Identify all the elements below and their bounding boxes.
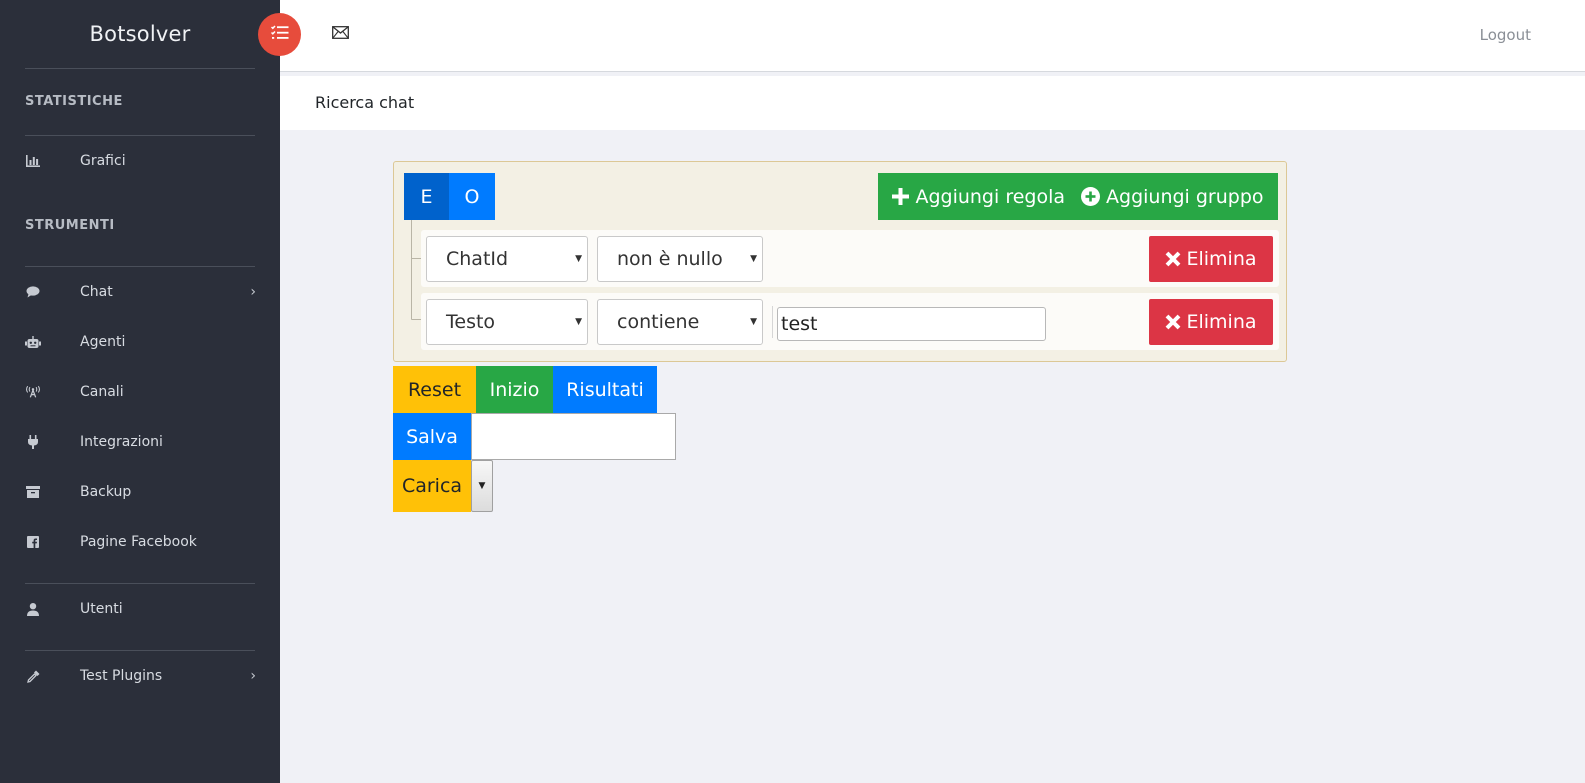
brand-logo[interactable]: Botsolver xyxy=(0,0,280,68)
add-rule-button[interactable]: Aggiungi regola xyxy=(892,186,1065,208)
select-value: contiene xyxy=(617,311,700,333)
rule-field-select[interactable]: ChatId ▼ xyxy=(426,236,588,282)
sidebar-item-grafici[interactable]: Grafici xyxy=(0,136,280,186)
query-builder-group: E O Aggiungi regola Aggiungi gruppo Chat… xyxy=(393,161,1287,362)
tree-connector xyxy=(411,258,421,259)
rule-operator-select[interactable]: non è nullo ▼ xyxy=(597,236,763,282)
caret-down-icon: ▼ xyxy=(575,254,582,264)
bar-chart-icon xyxy=(25,136,41,186)
plus-icon xyxy=(892,188,910,205)
select-value: non è nullo xyxy=(617,248,723,270)
add-rule-label: Aggiungi regola xyxy=(915,185,1066,208)
envelope-icon[interactable] xyxy=(332,24,349,40)
tree-connector xyxy=(411,220,412,319)
save-name-input[interactable] xyxy=(471,413,676,460)
chevron-right-icon: › xyxy=(250,668,256,684)
save-button[interactable]: Salva xyxy=(393,413,471,460)
page-title: Ricerca chat xyxy=(315,93,415,112)
chat-bubble-icon xyxy=(25,267,41,317)
sidebar-item-label: Agenti xyxy=(80,334,126,350)
rule-operator-select[interactable]: contiene ▼ xyxy=(597,299,763,345)
sidebar-item-integrazioni[interactable]: Integrazioni xyxy=(0,417,280,467)
load-select[interactable]: ▼ xyxy=(471,460,493,512)
condition-and-button[interactable]: E xyxy=(404,173,449,220)
rule-field-select[interactable]: Testo ▼ xyxy=(426,299,588,345)
add-group-label: Aggiungi gruppo xyxy=(1106,185,1264,208)
sidebar-item-label: Utenti xyxy=(80,601,123,617)
page-header: Ricerca chat xyxy=(280,76,1585,130)
rule-value-input[interactable]: test xyxy=(777,307,1046,341)
start-button[interactable]: Inizio xyxy=(476,366,553,413)
facebook-icon xyxy=(25,517,41,567)
condition-or-button[interactable]: O xyxy=(449,173,495,220)
sidebar-item-backup[interactable]: Backup xyxy=(0,467,280,517)
reset-button[interactable]: Reset xyxy=(393,366,476,413)
delete-label: Elimina xyxy=(1186,248,1257,270)
sidebar-item-label: Test Plugins xyxy=(80,668,163,684)
caret-down-icon: ▼ xyxy=(750,317,757,327)
menu-toggle-button[interactable] xyxy=(258,13,301,56)
sidebar-item-label: Grafici xyxy=(80,153,126,169)
divider xyxy=(772,306,773,338)
sidebar-item-label: Pagine Facebook xyxy=(80,534,197,550)
robot-icon xyxy=(25,317,41,367)
sidebar-item-label: Backup xyxy=(80,484,132,500)
sidebar-item-label: Canali xyxy=(80,384,124,400)
section-title-strumenti: STRUMENTI xyxy=(25,218,115,233)
caret-down-icon: ▼ xyxy=(750,254,757,264)
caret-down-icon: ▼ xyxy=(575,317,582,327)
sidebar-item-canali[interactable]: Canali xyxy=(0,367,280,417)
results-button[interactable]: Risultati xyxy=(553,366,657,413)
sidebar: Botsolver STATISTICHE Grafici STRUMENTI … xyxy=(0,0,280,783)
rule-row: ChatId ▼ non è nullo ▼ Elimina xyxy=(421,230,1279,287)
caret-down-icon: ▼ xyxy=(478,481,486,491)
section-title-statistiche: STATISTICHE xyxy=(25,94,123,109)
sidebar-item-label: Chat xyxy=(80,284,113,300)
delete-label: Elimina xyxy=(1186,311,1257,333)
load-button[interactable]: Carica xyxy=(393,460,471,512)
plug-icon xyxy=(25,417,41,467)
sidebar-item-agenti[interactable]: Agenti xyxy=(0,317,280,367)
eyedropper-icon xyxy=(25,651,41,701)
add-group-button[interactable]: Aggiungi gruppo xyxy=(1081,186,1264,208)
user-icon xyxy=(25,584,41,634)
sidebar-item-pagine-facebook[interactable]: Pagine Facebook xyxy=(0,517,280,567)
top-bar: Logout xyxy=(280,0,1585,72)
plus-circle-icon xyxy=(1081,187,1101,206)
select-value: ChatId xyxy=(446,248,509,270)
tree-connector xyxy=(411,319,421,320)
select-value: Testo xyxy=(446,311,496,333)
delete-rule-button[interactable]: Elimina xyxy=(1149,299,1273,345)
times-icon xyxy=(1166,314,1181,330)
add-buttons-group: Aggiungi regola Aggiungi gruppo xyxy=(878,173,1278,220)
archive-icon xyxy=(25,467,41,517)
sidebar-item-label: Integrazioni xyxy=(80,434,163,450)
logout-link[interactable]: Logout xyxy=(1480,26,1531,44)
sidebar-item-test-plugins[interactable]: Test Plugins › xyxy=(0,651,280,701)
times-icon xyxy=(1166,251,1181,267)
chevron-right-icon: › xyxy=(250,284,256,300)
list-check-icon xyxy=(270,25,289,44)
delete-rule-button[interactable]: Elimina xyxy=(1149,236,1273,282)
broadcast-icon xyxy=(25,367,41,417)
sidebar-item-utenti[interactable]: Utenti xyxy=(0,584,280,634)
rule-row: Testo ▼ contiene ▼ test Elimina xyxy=(421,293,1279,350)
sidebar-item-chat[interactable]: Chat › xyxy=(0,267,280,317)
